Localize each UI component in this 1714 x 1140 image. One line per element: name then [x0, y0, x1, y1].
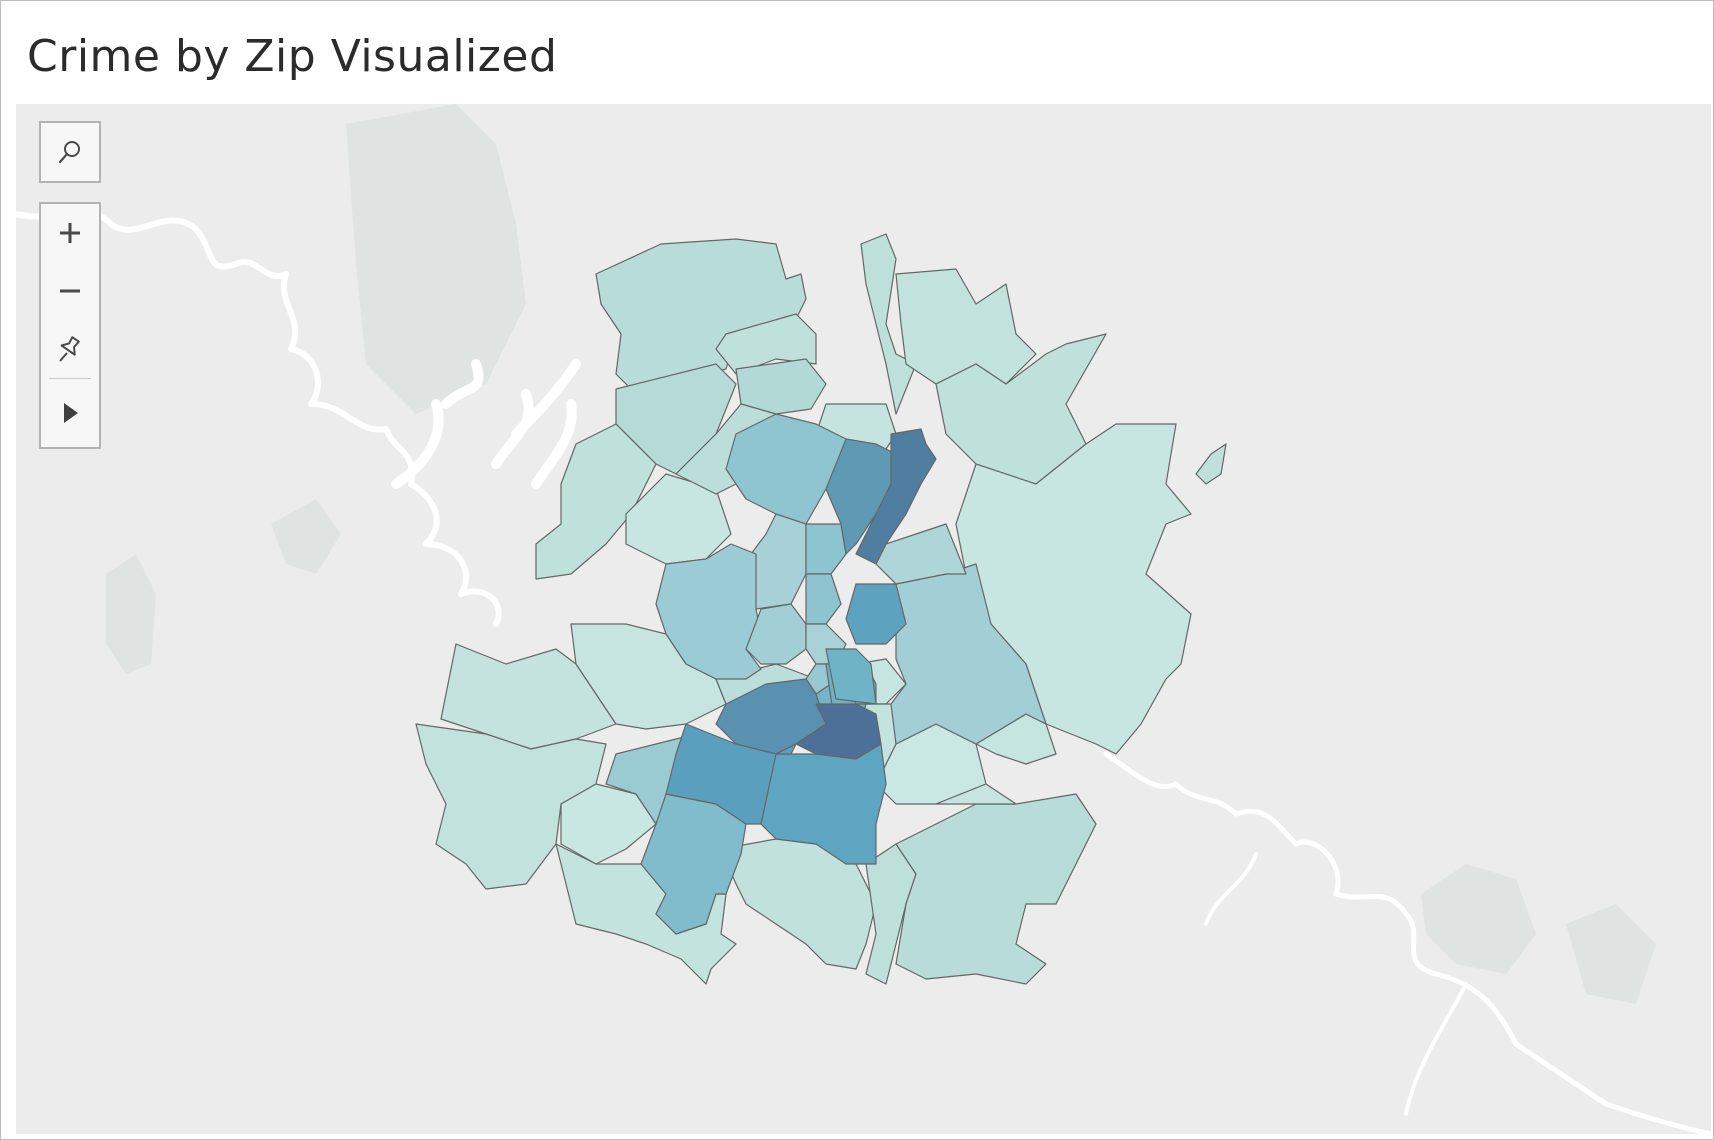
zip-region	[805, 573, 842, 625]
map-controls	[39, 202, 101, 449]
search-toolbar	[39, 121, 101, 183]
expand-toolbar-button[interactable]	[41, 379, 99, 447]
plus-icon	[60, 223, 80, 243]
pin-icon	[59, 336, 80, 362]
zip-region	[735, 358, 827, 415]
page-title: Crime by Zip Visualized	[27, 31, 558, 82]
zip-region	[895, 268, 1037, 385]
dashboard-frame: Crime by Zip Visualized	[0, 0, 1714, 1140]
zoom-in-button[interactable]	[41, 204, 99, 262]
zip-regions[interactable]	[415, 233, 1227, 985]
zip-region	[805, 523, 847, 575]
minus-icon	[60, 289, 80, 293]
zip-region	[750, 513, 807, 610]
zip-region	[895, 793, 1097, 985]
search-button[interactable]	[41, 123, 99, 181]
choropleth-map[interactable]	[16, 104, 1711, 1134]
play-icon	[64, 403, 78, 423]
map-canvas[interactable]	[16, 104, 1711, 1134]
pin-map-button[interactable]	[41, 320, 99, 378]
zip-region	[1195, 443, 1227, 485]
zoom-out-button[interactable]	[41, 262, 99, 320]
search-icon	[58, 141, 80, 164]
